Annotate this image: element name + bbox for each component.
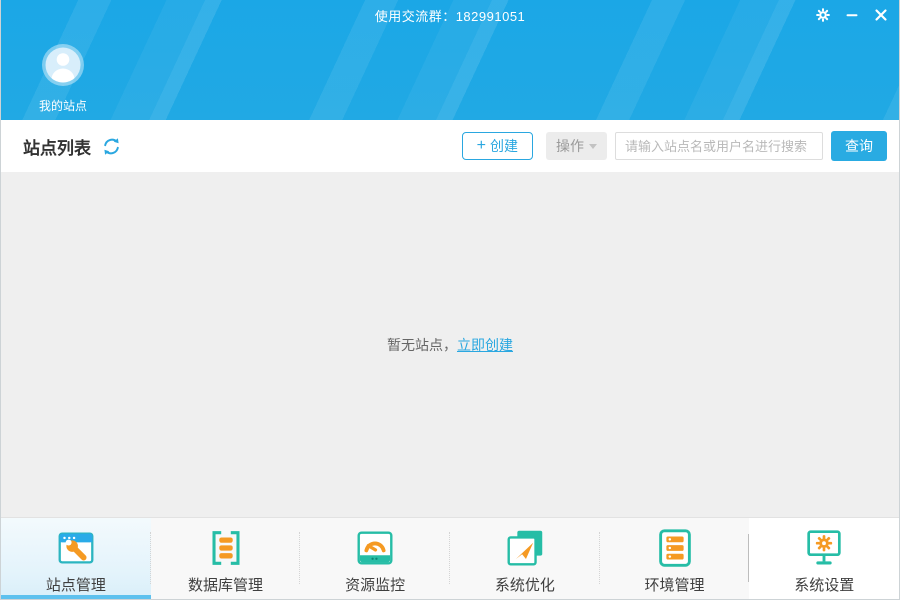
environment-management-icon — [652, 525, 698, 571]
database-management-icon — [203, 525, 249, 571]
profile-block[interactable]: 我的站点 — [37, 42, 89, 114]
nav-item-label: 系统优化 — [495, 574, 555, 595]
caret-down-icon — [589, 144, 597, 149]
titlebar-controls — [813, 0, 891, 30]
system-settings-icon — [801, 525, 847, 571]
toolbar-actions: + 创建 操作 查询 — [462, 131, 887, 161]
create-now-link[interactable]: 立即创建 — [457, 337, 513, 353]
nav-item-system-optimize[interactable]: 系统优化 — [450, 518, 600, 599]
nav-item-label: 环境管理 — [645, 574, 705, 595]
create-button[interactable]: + 创建 — [462, 132, 533, 160]
nav-item-database-management[interactable]: 数据库管理 — [151, 518, 301, 599]
user-avatar — [40, 42, 86, 88]
empty-state: 暂无站点，立即创建 — [387, 335, 513, 355]
nav-item-label: 站点管理 — [46, 574, 106, 595]
titlebar-title: 使用交流群：182991051 — [375, 6, 526, 25]
close-icon[interactable] — [871, 5, 891, 25]
action-dropdown-button[interactable]: 操作 — [546, 132, 607, 160]
nav-item-label: 数据库管理 — [188, 574, 263, 595]
system-optimize-icon — [502, 525, 548, 571]
site-management-icon — [53, 525, 99, 571]
search-input[interactable] — [615, 132, 823, 160]
nav-item-system-settings[interactable]: 系统设置 — [749, 518, 899, 599]
query-button-label: 查询 — [845, 138, 873, 154]
action-button-label: 操作 — [556, 136, 584, 156]
nav-item-label: 系统设置 — [794, 574, 854, 595]
create-button-label: 创建 — [490, 136, 518, 156]
resource-monitor-icon — [352, 525, 398, 571]
minimize-icon[interactable] — [842, 5, 862, 25]
nav-item-label: 资源监控 — [345, 574, 405, 595]
page-title: 站点列表 — [23, 134, 91, 159]
query-button[interactable]: 查询 — [831, 131, 887, 161]
empty-state-text: 暂无站点， — [387, 337, 457, 353]
toolbar: 站点列表 + 创建 操作 查询 — [1, 120, 899, 172]
refresh-icon[interactable] — [101, 136, 122, 157]
nav-item-resource-monitor[interactable]: 资源监控 — [300, 518, 450, 599]
plus-icon: + — [477, 138, 486, 154]
app-window: 使用交流群：182991051 — [0, 0, 900, 600]
bottom-nav: 站点管理 数据库管理 资源监控 — [1, 517, 899, 599]
site-list-content: 暂无站点，立即创建 — [1, 172, 899, 517]
settings-icon[interactable] — [813, 5, 833, 25]
titlebar: 使用交流群：182991051 — [1, 0, 899, 30]
profile-label: 我的站点 — [37, 97, 89, 114]
nav-item-site-management[interactable]: 站点管理 — [1, 518, 151, 599]
blue-header: 使用交流群：182991051 — [1, 0, 899, 120]
nav-item-environment-management[interactable]: 环境管理 — [600, 518, 750, 599]
